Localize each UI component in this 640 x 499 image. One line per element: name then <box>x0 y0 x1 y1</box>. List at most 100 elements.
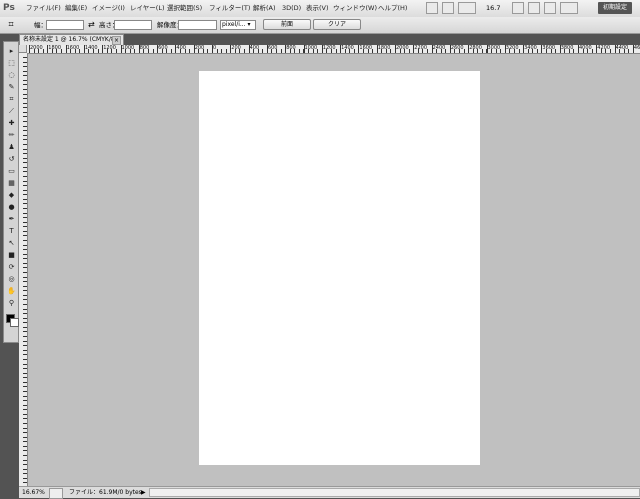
ruler-minor-tick <box>532 49 533 53</box>
eyedropper-tool-icon[interactable]: ⟋ <box>5 106 18 116</box>
ruler-minor-tick <box>354 49 355 53</box>
ruler-minor-tick <box>596 49 597 53</box>
path-select-tool-icon[interactable]: ↖ <box>5 238 18 248</box>
width-field[interactable] <box>46 20 84 30</box>
history-brush-tool-icon[interactable]: ↺ <box>5 154 18 164</box>
ruler-minor-tick <box>88 49 89 53</box>
ruler-minor-tick <box>125 49 126 53</box>
3d-rotate-tool-icon[interactable]: ⟳ <box>5 262 18 272</box>
ruler-minor-tick <box>368 49 369 53</box>
menu-item[interactable]: 編集(E) <box>65 0 87 17</box>
status-menu-arrow-icon[interactable]: ▶ <box>141 487 146 498</box>
ruler-minor-tick <box>23 194 27 195</box>
shape-tool-icon[interactable]: ■ <box>5 250 18 260</box>
photoshop-logo: Ps <box>3 3 15 13</box>
hand-tool-icon[interactable] <box>512 2 524 14</box>
clear-button[interactable]: クリア <box>313 19 361 30</box>
bridge-icon[interactable] <box>426 2 438 14</box>
status-preview-icon[interactable] <box>49 488 63 499</box>
ruler-minor-tick <box>23 222 27 223</box>
menu-item[interactable]: 解析(A) <box>253 0 276 17</box>
3d-orbit-tool-icon[interactable]: ◎ <box>5 274 18 284</box>
front-image-button[interactable]: 前面 <box>263 19 311 30</box>
menu-item[interactable]: ヘルプ(H) <box>378 0 407 17</box>
zoom-level[interactable]: 16.7 <box>486 0 500 17</box>
ruler-minor-tick <box>23 258 27 259</box>
gradient-tool-icon[interactable]: ▦ <box>5 178 18 188</box>
resolution-unit-select[interactable]: pixel/i... ▾ <box>220 20 256 30</box>
rotate-view-icon[interactable] <box>528 2 540 14</box>
ruler-minor-tick <box>75 49 76 53</box>
ruler-minor-tick <box>23 423 27 424</box>
ruler-minor-tick <box>23 299 27 300</box>
ruler-minor-tick <box>23 478 27 479</box>
type-tool-icon[interactable]: T <box>5 226 18 236</box>
ruler-minor-tick <box>23 162 27 163</box>
document-tab[interactable]: 名称未設定 1 @ 16.7% (CMYK/8) × <box>19 34 124 45</box>
menu-item[interactable]: 3D(D) <box>282 0 301 17</box>
lasso-tool-icon[interactable]: ◌ <box>5 70 18 80</box>
ruler-minor-tick <box>230 49 231 53</box>
brush-tool-icon[interactable]: ✏ <box>5 130 18 140</box>
ruler-minor-tick <box>358 49 359 53</box>
move-tool-icon[interactable]: ▸ <box>5 46 18 56</box>
ruler-minor-tick <box>258 49 259 53</box>
view-extras-icon[interactable] <box>458 2 476 14</box>
minibridge-icon[interactable] <box>442 2 454 14</box>
ruler-minor-tick <box>271 49 272 53</box>
quick-select-tool-icon[interactable]: ✎ <box>5 82 18 92</box>
ruler-label: 4600 <box>633 45 640 51</box>
ruler-label: 2000 <box>30 45 43 51</box>
ruler-minor-tick <box>166 49 167 53</box>
close-icon[interactable]: × <box>112 36 121 45</box>
screen-mode-icon[interactable] <box>560 2 578 14</box>
background-color-swatch[interactable] <box>10 318 19 327</box>
arrange-documents-icon[interactable] <box>544 2 556 14</box>
workspace-button[interactable]: 初期設定 <box>598 2 632 14</box>
horizontal-scrollbar[interactable] <box>149 488 640 497</box>
blur-tool-icon[interactable]: ◆ <box>5 190 18 200</box>
ruler-origin[interactable] <box>19 45 27 53</box>
menu-item[interactable]: イメージ(I) <box>92 0 125 17</box>
ruler-minor-tick <box>111 49 112 53</box>
ruler-minor-tick <box>23 400 27 401</box>
zoom-tool-icon[interactable]: ⚲ <box>5 298 18 308</box>
menu-item[interactable]: 表示(V) <box>306 0 329 17</box>
ruler-minor-tick <box>404 49 405 53</box>
ruler-minor-tick <box>23 322 27 323</box>
ruler-minor-tick <box>496 49 497 53</box>
stamp-tool-icon[interactable]: ♟ <box>5 142 18 152</box>
marquee-tool-icon[interactable]: ⬚ <box>5 58 18 68</box>
dodge-tool-icon[interactable]: ● <box>5 202 18 212</box>
resolution-field[interactable] <box>178 20 217 30</box>
ruler-minor-tick <box>23 240 27 241</box>
menu-item[interactable]: 選択範囲(S) <box>167 0 202 17</box>
ruler-minor-tick <box>23 318 27 319</box>
menu-item[interactable]: フィルター(T) <box>209 0 250 17</box>
ruler-minor-tick <box>203 49 204 53</box>
eraser-tool-icon[interactable]: ▭ <box>5 166 18 176</box>
ruler-minor-tick <box>345 49 346 53</box>
swap-icon[interactable]: ⇄ <box>88 17 95 33</box>
document-canvas[interactable] <box>199 71 480 465</box>
menu-item[interactable]: ファイル(F) <box>26 0 61 17</box>
healing-tool-icon[interactable]: ✚ <box>5 118 18 128</box>
crop-tool-icon[interactable]: ⌗ <box>5 94 18 104</box>
ruler-minor-tick <box>422 49 423 53</box>
ruler-minor-tick <box>418 49 419 53</box>
ruler-minor-tick <box>23 304 27 305</box>
status-zoom[interactable]: 16.67% <box>22 487 45 498</box>
ruler-minor-tick <box>23 405 27 406</box>
ruler-minor-tick <box>66 49 67 53</box>
menu-item[interactable]: レイヤー(L) <box>130 0 165 17</box>
ruler-minor-tick <box>23 473 27 474</box>
ruler-label: 1800 <box>377 45 391 51</box>
ruler-minor-tick <box>464 49 465 53</box>
ruler-label: 4400 <box>615 45 629 51</box>
height-field[interactable] <box>114 20 152 30</box>
ruler-label: 3600 <box>542 45 556 51</box>
pen-tool-icon[interactable]: ✒ <box>5 214 18 224</box>
crop-tool-icon[interactable]: ⌗ <box>4 17 18 33</box>
hand-tool-icon[interactable]: ✋ <box>5 286 18 296</box>
menu-item[interactable]: ウィンドウ(W) <box>333 0 377 17</box>
